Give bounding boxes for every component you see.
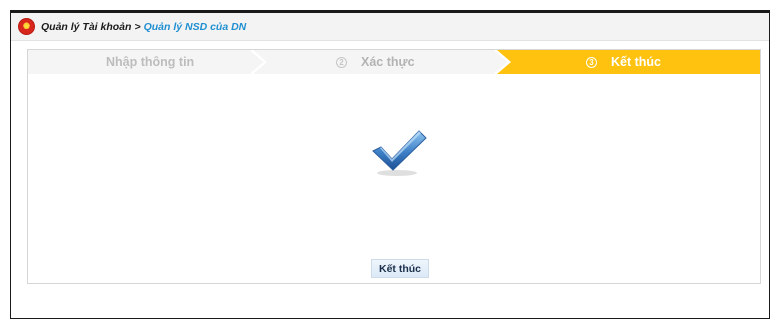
step-3-label: Kết thúc xyxy=(611,55,661,69)
step-3-number: 3 xyxy=(586,56,597,68)
national-emblem-icon: ★ xyxy=(18,18,35,35)
breadcrumb-current[interactable]: Quản lý NSD của DN xyxy=(144,21,247,33)
wizard-steps: Nhập thông tin 2 Xác thực 3 Kết thúc xyxy=(28,50,760,74)
step-1-label: Nhập thông tin xyxy=(106,55,195,69)
breadcrumb: Quản lý Tài khoản > Quản lý NSD của DN xyxy=(41,21,246,33)
step-2-label: Xác thực xyxy=(361,55,415,69)
step-3: 3 Kết thúc xyxy=(586,50,661,74)
step-2-number: 2 xyxy=(336,56,347,68)
wizard-panel: Nhập thông tin 2 Xác thực 3 Kết thúc Kết… xyxy=(27,49,761,284)
step-1: Nhập thông tin xyxy=(106,50,194,74)
checkmark-icon xyxy=(372,130,427,176)
finish-button[interactable]: Kết thúc xyxy=(371,259,429,278)
breadcrumb-root[interactable]: Quản lý Tài khoản xyxy=(41,21,131,33)
step-2: 2 Xác thực xyxy=(336,50,415,74)
window-frame: ★ Quản lý Tài khoản > Quản lý NSD của DN N… xyxy=(10,10,770,319)
header-bar: ★ Quản lý Tài khoản > Quản lý NSD của DN xyxy=(11,13,769,41)
breadcrumb-separator: > xyxy=(134,20,141,33)
